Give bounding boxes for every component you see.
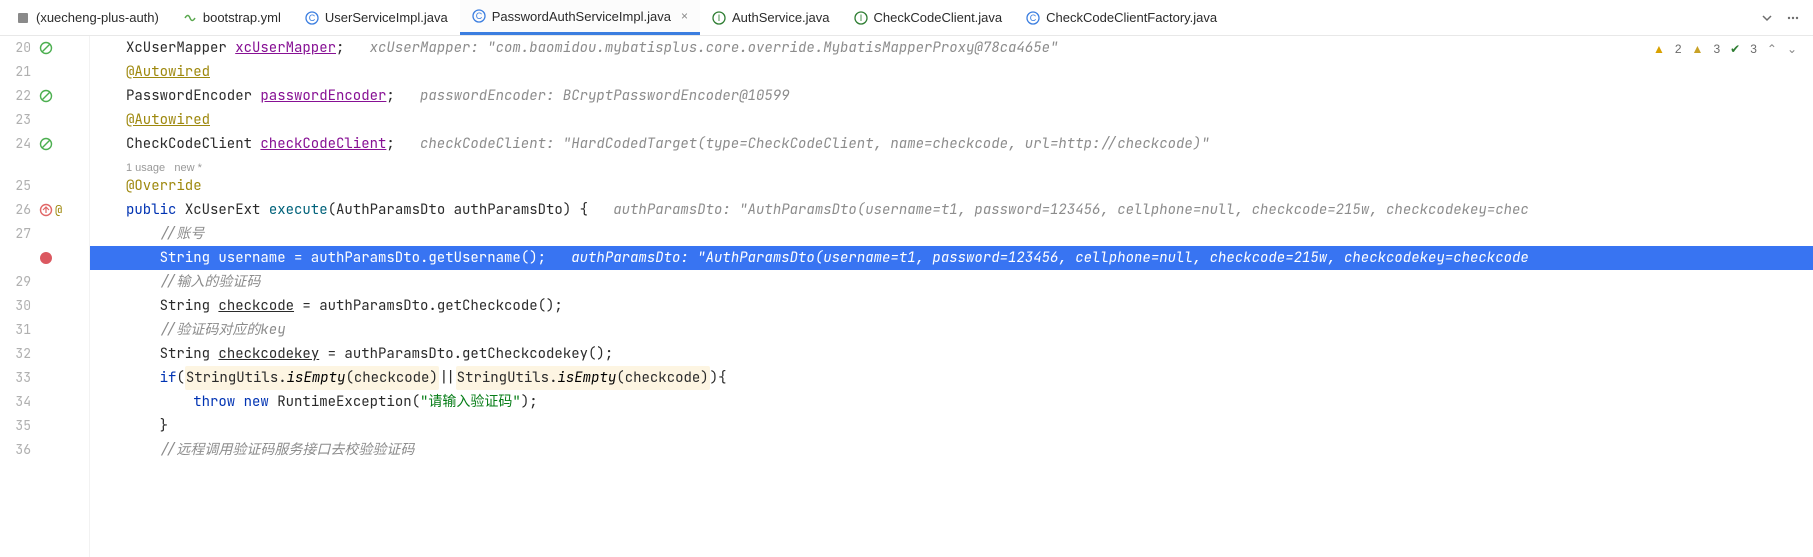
inline-hint: authParamsDto: "AuthParamsDto(username=t…: [546, 246, 1529, 270]
not-covered-icon: [39, 137, 53, 151]
tab-passwordauthserviceimpl[interactable]: C PasswordAuthServiceImpl.java ×: [460, 0, 700, 35]
line-number: 29: [9, 270, 31, 294]
execution-line[interactable]: String username = authParamsDto.getUsern…: [90, 246, 1813, 270]
close-tab-icon[interactable]: ×: [681, 9, 688, 23]
line-number: 25: [9, 174, 31, 198]
line-number: 27: [9, 222, 31, 246]
tab-label: AuthService.java: [732, 10, 830, 25]
svg-text:I: I: [859, 13, 862, 23]
code-line[interactable]: //输入的验证码: [90, 270, 1813, 294]
code-line[interactable]: PasswordEncoder passwordEncoder; passwor…: [90, 84, 1813, 108]
tab-userserviceimpl[interactable]: C UserServiceImpl.java: [293, 0, 460, 35]
editor-tabs: (xuecheng-plus-auth) bootstrap.yml C Use…: [0, 0, 1813, 36]
code-line[interactable]: if(StringUtils.isEmpty(checkcode)||Strin…: [90, 366, 1813, 390]
code-line[interactable]: //验证码对应的key: [90, 318, 1813, 342]
java-class-icon: C: [472, 9, 486, 23]
line-number: 30: [9, 294, 31, 318]
code-line[interactable]: }: [90, 414, 1813, 438]
yaml-icon: [183, 11, 197, 25]
code-line[interactable]: XcUserMapper xcUserMapper; xcUserMapper:…: [90, 36, 1813, 60]
tab-label: bootstrap.yml: [203, 10, 281, 25]
inline-hint: checkCodeClient: "HardCodedTarget(type=C…: [395, 132, 1210, 156]
at-icon: @: [55, 198, 62, 222]
code-line[interactable]: @Autowired: [90, 60, 1813, 84]
tab-label: CheckCodeClientFactory.java: [1046, 10, 1217, 25]
code-line[interactable]: //账号: [90, 222, 1813, 246]
line-number: 26: [9, 198, 31, 222]
inline-hint: passwordEncoder: BCryptPasswordEncoder@1…: [395, 84, 790, 108]
svg-text:C: C: [1030, 13, 1037, 23]
code-line[interactable]: //远程调用验证码服务接口去校验验证码: [90, 438, 1813, 462]
tab-label: UserServiceImpl.java: [325, 10, 448, 25]
line-number: 33: [9, 366, 31, 390]
tab-label: PasswordAuthServiceImpl.java: [492, 9, 671, 24]
java-class-icon: C: [305, 11, 319, 25]
not-covered-icon: [39, 41, 53, 55]
svg-text:C: C: [475, 11, 482, 21]
code-lens-row: 1 usage new *: [90, 156, 1813, 174]
gutter[interactable]: 20 21 22 23 24 25 26 @ 27 28 29 30 31 32…: [0, 36, 90, 557]
java-interface-icon: I: [854, 11, 868, 25]
code-line[interactable]: String checkcodekey = authParamsDto.getC…: [90, 342, 1813, 366]
code-line[interactable]: @Override: [90, 174, 1813, 198]
inline-hint: xcUserMapper: "com.baomidou.mybatisplus.…: [344, 36, 1058, 60]
line-number: 34: [9, 390, 31, 414]
tab-bar-actions: [1761, 12, 1813, 24]
java-class-icon: C: [1026, 11, 1040, 25]
line-number: 21: [9, 60, 31, 84]
chevron-down-icon[interactable]: [1761, 12, 1773, 24]
code-line[interactable]: public XcUserExt execute(AuthParamsDto a…: [90, 198, 1813, 222]
tab-label: (xuecheng-plus-auth): [36, 10, 159, 25]
tab-authservice[interactable]: I AuthService.java: [700, 0, 842, 35]
line-number: 22: [9, 84, 31, 108]
more-icon[interactable]: [1787, 12, 1799, 24]
svg-text:I: I: [718, 13, 721, 23]
java-interface-icon: I: [712, 11, 726, 25]
implements-icon[interactable]: [39, 203, 53, 217]
code-area[interactable]: XcUserMapper xcUserMapper; xcUserMapper:…: [90, 36, 1813, 557]
line-number: 24: [9, 132, 31, 156]
tab-checkcodeclient[interactable]: I CheckCodeClient.java: [842, 0, 1015, 35]
inline-hint: authParamsDto: "AuthParamsDto(username=t…: [588, 198, 1529, 222]
code-line[interactable]: @Autowired: [90, 108, 1813, 132]
line-number: 20: [9, 36, 31, 60]
line-number: 31: [9, 318, 31, 342]
breakpoint-icon[interactable]: [39, 251, 53, 265]
code-line[interactable]: CheckCodeClient checkCodeClient; checkCo…: [90, 132, 1813, 156]
usages-lens[interactable]: 1 usage new *: [126, 156, 202, 180]
line-number: 35: [9, 414, 31, 438]
tab-project-root[interactable]: (xuecheng-plus-auth): [4, 0, 171, 35]
tab-label: CheckCodeClient.java: [874, 10, 1003, 25]
code-line[interactable]: throw new RuntimeException("请输入验证码");: [90, 390, 1813, 414]
line-number: 23: [9, 108, 31, 132]
tab-checkcodeclientfactory[interactable]: C CheckCodeClientFactory.java: [1014, 0, 1229, 35]
not-covered-icon: [39, 89, 53, 103]
editor: ▲2 ▲3 ✔3 ⌃ ⌄ 20 21 22 23 24 25 26 @ 27 2…: [0, 36, 1813, 557]
line-number: 36: [9, 438, 31, 462]
line-number: 32: [9, 342, 31, 366]
svg-text:C: C: [309, 13, 316, 23]
tab-bootstrap-yml[interactable]: bootstrap.yml: [171, 0, 293, 35]
code-line[interactable]: String checkcode = authParamsDto.getChec…: [90, 294, 1813, 318]
project-icon: [16, 11, 30, 25]
